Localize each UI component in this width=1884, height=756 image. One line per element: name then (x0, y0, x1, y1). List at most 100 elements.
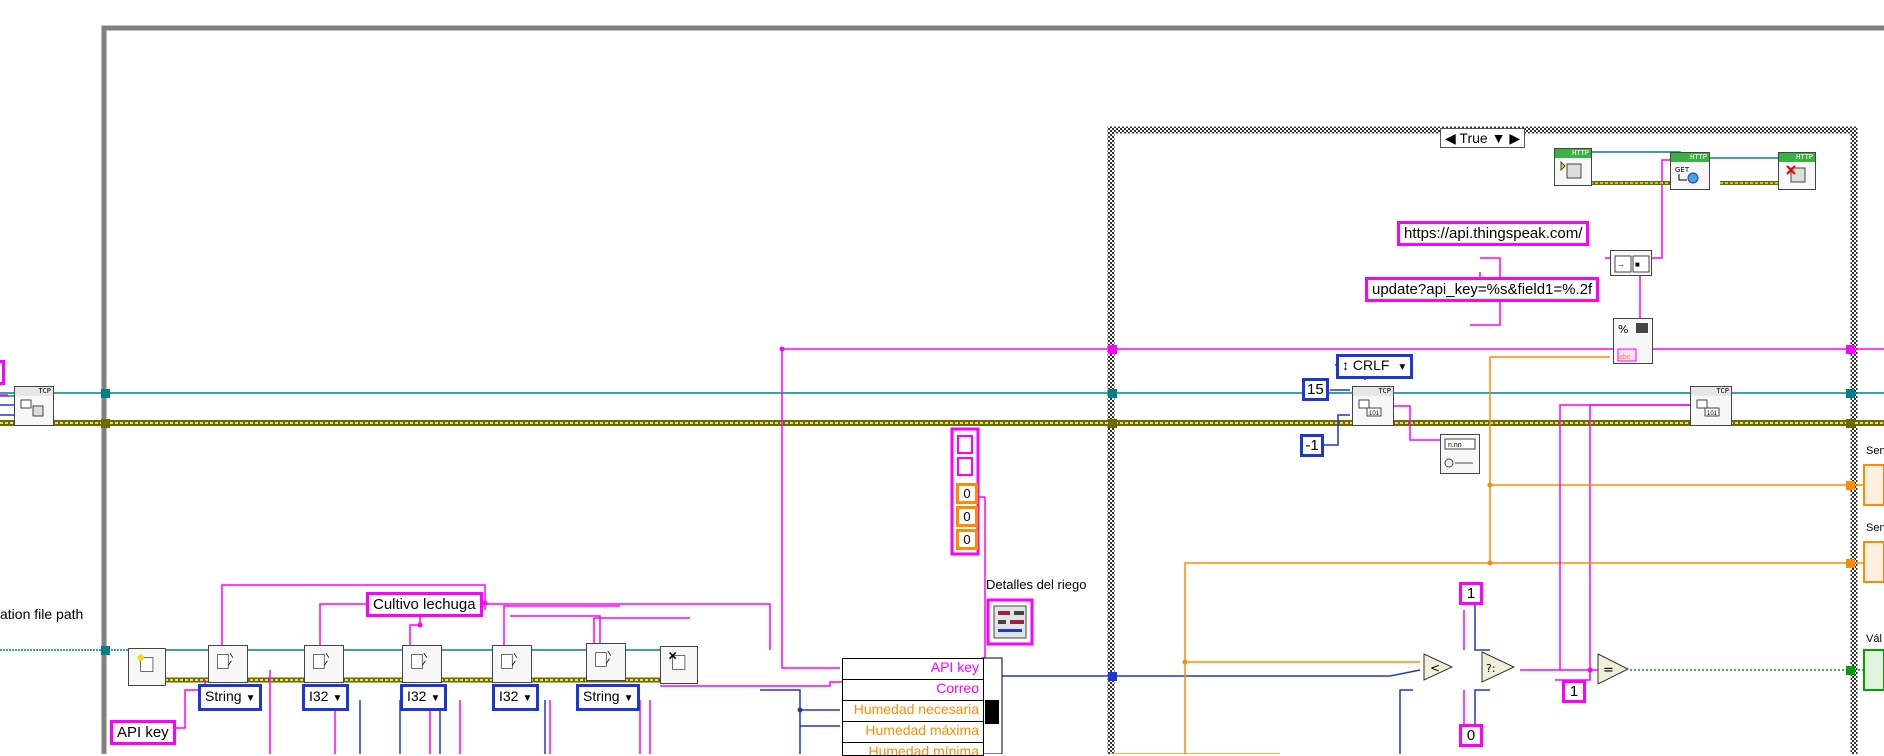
read-key-icon (217, 652, 234, 669)
http-close-handle-vi[interactable]: HTTP (1778, 152, 1816, 190)
svg-text:101: 101 (1707, 411, 1718, 417)
build-path-node[interactable]: → ■ (1610, 250, 1652, 276)
case-selector-value: True (1459, 130, 1488, 146)
tcp-connect-icon (20, 399, 44, 417)
svg-text:GET: GET (1675, 166, 1690, 174)
api-key-section-constant[interactable]: API key (110, 720, 176, 745)
type-ring-value: I32 (309, 688, 329, 704)
detalles-riego-label: Detalles del riego (986, 577, 1087, 592)
one-constant-top[interactable]: 1 (1459, 582, 1483, 605)
valve-indicator-label: Vál (1866, 633, 1882, 645)
http-get-icon: GET (1675, 166, 1699, 184)
array-element-2[interactable]: 0 (956, 529, 978, 550)
select-node: ?: (1481, 651, 1516, 683)
bundle-field-humedad-minima[interactable]: Humedad mínima (843, 742, 983, 755)
bundle-by-name-node[interactable]: API key Correo Humedad necesaria Humedad… (842, 658, 984, 756)
minus-one-constant[interactable]: -1 (1300, 434, 1324, 457)
svg-text:=: = (1603, 663, 1614, 678)
type-ring-string-2[interactable]: String ▼ (576, 684, 641, 711)
equal-node: = (1597, 653, 1630, 685)
type-dropdown-icon[interactable]: ▼ (522, 693, 532, 704)
open-config-icon (137, 654, 154, 672)
increment-case-icon[interactable]: ▶ (1509, 130, 1520, 146)
type-dropdown-icon[interactable]: ▼ (246, 693, 256, 704)
block-diagram-wires: < ?: = (0, 25, 1884, 754)
case-selector[interactable]: ◀ True ▼ ▶ (1440, 128, 1526, 148)
detalles-riego-icon (986, 598, 1034, 646)
array-element-1[interactable]: 0 (956, 506, 978, 527)
read-key-string-vi[interactable] (208, 645, 248, 683)
bundle-field-api-key[interactable]: API key (843, 659, 983, 676)
type-dropdown-icon[interactable]: ▼ (624, 693, 634, 704)
read-key-icon (501, 652, 518, 669)
crlf-ring-constant[interactable]: ↕ CRLF ▼ (1336, 354, 1414, 379)
type-ring-value: String (205, 688, 242, 704)
read-key-i32-vi-2[interactable] (402, 645, 442, 683)
close-config-icon (668, 651, 686, 670)
read-key-i32-vi-3[interactable] (492, 645, 532, 683)
read-key-i32-vi-1[interactable] (304, 645, 344, 683)
http-close-icon (1786, 165, 1806, 183)
http-tag: HTTP (1779, 153, 1815, 162)
timeout-constant[interactable]: 15 (1302, 378, 1329, 401)
bundle-field-correo[interactable]: Correo (843, 679, 983, 696)
less-than-node: < (1423, 653, 1454, 681)
update-format-constant[interactable]: update?api_key=%s&field1=%.2f (1365, 277, 1600, 302)
read-key-string-vi-2[interactable] (586, 643, 626, 681)
concatenate-icon: → ■ (1614, 255, 1650, 273)
read-key-icon (595, 650, 612, 667)
type-ring-string-1[interactable]: String ▼ (198, 684, 263, 711)
close-config-data-vi[interactable] (660, 646, 698, 684)
url-base-constant[interactable]: https://api.thingspeak.com/ (1397, 221, 1590, 246)
type-ring-value: I32 (407, 688, 427, 704)
bundle-field-humedad-maxima[interactable]: Humedad máxima (843, 721, 983, 738)
http-open-handle-vi[interactable]: HTTP (1554, 148, 1592, 186)
svg-text:■: ■ (1635, 260, 1640, 269)
read-key-icon (411, 652, 428, 669)
cultivo-constant[interactable]: Cultivo lechuga (366, 592, 483, 617)
http-tag: HTTP (1671, 153, 1709, 162)
type-ring-i32-1[interactable]: I32 ▼ (302, 684, 350, 711)
sensor-indicator-label-1: Sen (1866, 445, 1884, 457)
scan-from-string-node[interactable]: n.nn (1440, 434, 1480, 474)
one-constant-left[interactable]: 1 (1562, 680, 1586, 703)
tcp-open-connection-vi[interactable]: TCP (14, 386, 54, 426)
svg-text:101: 101 (1369, 411, 1380, 417)
scan-string-icon: n.nn (1444, 438, 1476, 468)
crlf-value: CRLF (1352, 357, 1390, 373)
bundle-field-humedad-necesaria[interactable]: Humedad necesaria (843, 700, 983, 717)
type-ring-value: String (583, 688, 620, 704)
tcp-tag: TCP (1691, 387, 1731, 396)
decrement-case-icon[interactable]: ◀ (1445, 130, 1456, 146)
tcp-read-vi[interactable]: TCP 101 (1352, 386, 1394, 426)
tcp-tag: TCP (1353, 387, 1393, 396)
type-dropdown-icon[interactable]: ▼ (430, 693, 440, 704)
tcp-write-vi[interactable]: TCP 101 (1690, 386, 1732, 426)
http-get-vi[interactable]: HTTP GET (1670, 152, 1710, 190)
config-file-path-label: ation file path (0, 606, 84, 622)
type-ring-value: I32 (499, 688, 519, 704)
format-into-string-node[interactable]: % abc (1613, 318, 1653, 364)
crlf-dropdown-icon[interactable]: ▼ (1397, 362, 1407, 373)
type-ring-i32-2[interactable]: I32 ▼ (400, 684, 448, 711)
svg-text:→: → (1617, 260, 1625, 269)
type-ring-i32-3[interactable]: I32 ▼ (492, 684, 540, 711)
svg-text:%: % (1618, 323, 1628, 336)
read-key-icon (313, 652, 330, 669)
type-dropdown-icon[interactable]: ▼ (332, 693, 342, 704)
array-element-0[interactable]: 0 (956, 483, 978, 504)
case-dropdown-icon[interactable]: ▼ (1492, 130, 1506, 146)
open-config-data-vi[interactable] (128, 648, 166, 686)
http-open-icon (1560, 160, 1582, 179)
svg-text:n.nn: n.nn (1448, 442, 1462, 449)
tcp-tag: TCP (15, 387, 53, 396)
svg-text:<: < (1430, 661, 1440, 675)
left-string-stub (0, 360, 5, 385)
tcp-read-icon: 101 (1358, 399, 1382, 417)
format-string-icon: % abc (1617, 323, 1648, 362)
svg-text:?:: ?: (1486, 662, 1496, 675)
tcp-write-icon: 101 (1696, 399, 1720, 417)
zero-constant[interactable]: 0 (1459, 724, 1483, 747)
crlf-arrows-icon: ↕ (1342, 357, 1349, 373)
sensor-indicator-label-2: Sen (1866, 522, 1884, 534)
